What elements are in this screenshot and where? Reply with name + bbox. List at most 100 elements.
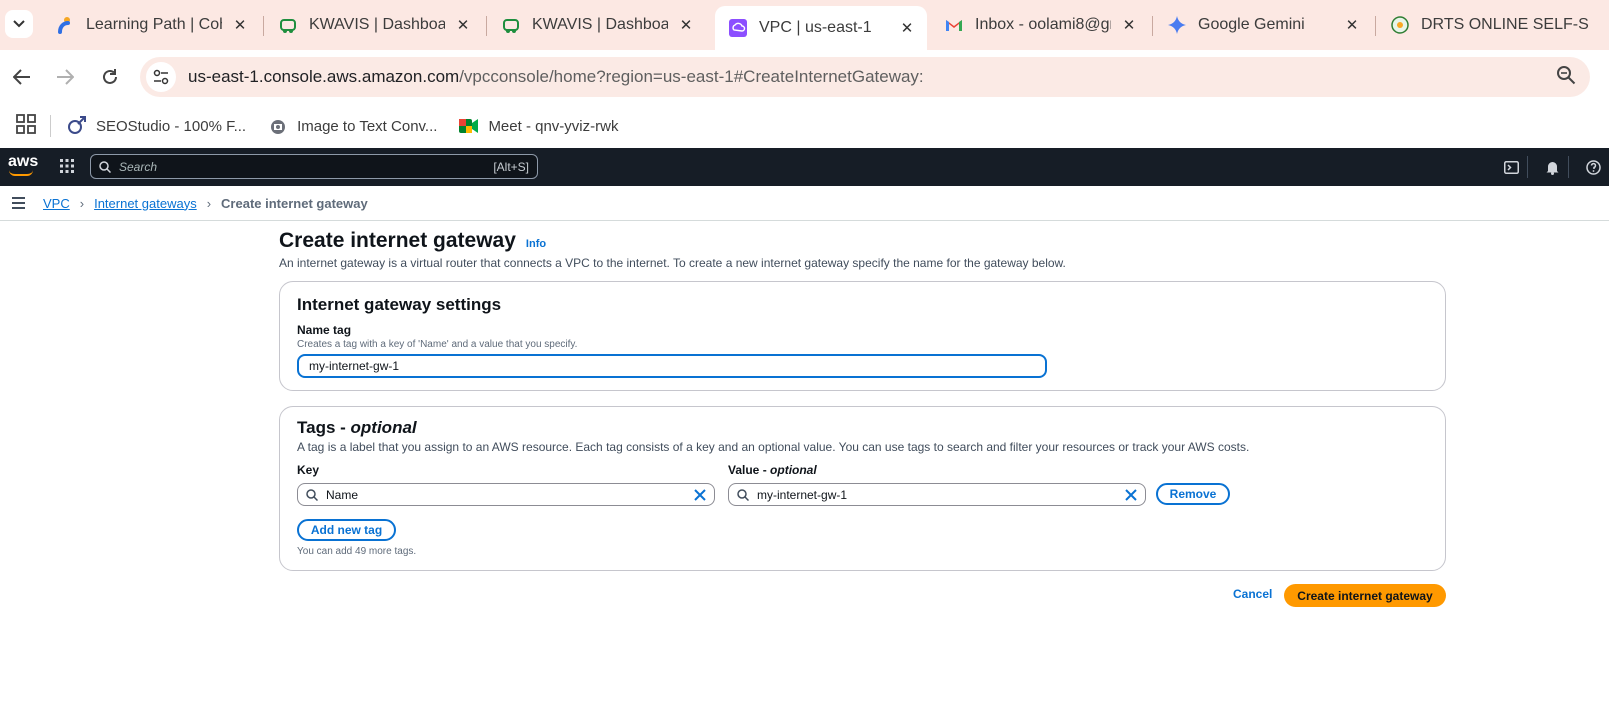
value-label-text: Value -: [728, 463, 771, 477]
aws-smile-icon: [9, 170, 33, 176]
close-icon[interactable]: ✕: [899, 19, 915, 37]
aws-logo[interactable]: aws: [8, 153, 39, 176]
tab-divider: [486, 16, 487, 36]
gemini-icon: [1168, 16, 1186, 34]
help-icon[interactable]: [1585, 159, 1601, 175]
drts-icon: [1391, 16, 1409, 34]
tags-limit-text: You can add 49 more tags.: [297, 546, 417, 557]
bell-icon[interactable]: [1544, 159, 1560, 175]
bookmark-label: Meet - qnv-yviz-rwk: [488, 117, 619, 135]
site-settings-icon[interactable]: [146, 62, 176, 92]
meet-icon: [459, 116, 479, 136]
tab-search-button[interactable]: [5, 10, 33, 38]
value-label-optional: optional: [770, 463, 817, 477]
url-host: us-east-1.console.aws.amazon.com: [188, 67, 460, 86]
clear-icon[interactable]: [694, 488, 706, 501]
url-path: /vpcconsole/home?region=us-east-1#Create…: [459, 67, 924, 86]
tags-heading-text: Tags -: [297, 418, 351, 437]
forward-button[interactable]: [50, 62, 80, 92]
menu-icon[interactable]: [12, 197, 25, 209]
key-label: Key: [297, 463, 320, 477]
services-menu-icon[interactable]: [60, 159, 74, 178]
arrow-left-icon: [13, 69, 30, 85]
tab-title: KWAVIS | Dashboard: [309, 16, 445, 33]
apps-grid-icon[interactable]: [16, 113, 36, 139]
image-to-text-icon: [268, 116, 288, 136]
browser-tab[interactable]: KWAVIS | Dashboard ✕: [265, 6, 483, 44]
close-icon[interactable]: ✕: [1121, 16, 1137, 34]
close-icon[interactable]: ✕: [455, 16, 471, 34]
browser-tab-active[interactable]: VPC | us-east-1 ✕: [715, 6, 927, 50]
breadcrumb-current: Create internet gateway: [221, 195, 368, 211]
add-new-tag-button[interactable]: Add new tag: [297, 519, 396, 541]
tags-panel: Tags - optional A tag is a label that yo…: [279, 406, 1446, 571]
close-icon[interactable]: ✕: [678, 16, 694, 34]
remove-tag-button[interactable]: Remove: [1156, 483, 1230, 505]
browser-tab[interactable]: KWAVIS | Dashboard ✕: [488, 6, 706, 44]
address-url: us-east-1.console.aws.amazon.com/vpccons…: [188, 67, 924, 87]
page-description: An internet gateway is a virtual router …: [279, 256, 1066, 270]
close-icon[interactable]: ✕: [1344, 16, 1360, 34]
breadcrumb-vpc[interactable]: VPC: [43, 196, 70, 211]
reload-button[interactable]: [95, 62, 125, 92]
page-title-text: Create internet gateway: [279, 229, 516, 252]
breadcrumb-internet-gateways[interactable]: Internet gateways: [94, 196, 197, 211]
close-icon[interactable]: ✕: [232, 16, 248, 34]
browser-tab[interactable]: Inbox - oolami8@gm ✕: [931, 6, 1149, 44]
settings-heading: Internet gateway settings: [297, 295, 502, 314]
tab-title: KWAVIS | Dashboard: [532, 16, 668, 33]
tab-title: Inbox - oolami8@gm: [975, 16, 1111, 33]
chevron-right-icon: ›: [206, 195, 212, 211]
browser-tab[interactable]: Learning Path | Coho ✕: [42, 6, 260, 44]
tab-divider: [1375, 16, 1376, 36]
bookmark-item[interactable]: Meet - qnv-yviz-rwk: [459, 116, 618, 136]
search-icon: [737, 488, 749, 501]
back-button[interactable]: [7, 62, 37, 92]
create-internet-gateway-button[interactable]: Create internet gateway: [1284, 584, 1446, 607]
bookmark-label: SEOStudio - 100% F...: [96, 117, 247, 135]
nav-divider: [1527, 156, 1528, 178]
aws-top-nav: aws Search [Alt+S]: [0, 148, 1609, 186]
clear-icon[interactable]: [1125, 488, 1137, 501]
browser-tab[interactable]: Google Gemini ✕: [1154, 6, 1372, 44]
browser-tab[interactable]: DRTS ONLINE SELF-S: [1377, 6, 1609, 44]
tags-description: A tag is a label that you assign to an A…: [297, 440, 1250, 454]
tab-title: Google Gemini: [1198, 16, 1305, 33]
tags-heading: Tags - optional: [297, 418, 417, 438]
arrow-right-icon: [57, 69, 74, 85]
search-icon: [306, 488, 318, 501]
tab-divider: [263, 16, 264, 36]
page-title: Create internet gateway Info: [279, 229, 546, 253]
tab-title: VPC | us-east-1: [759, 19, 872, 36]
chevron-down-icon: [13, 20, 25, 28]
name-tag-description: Creates a tag with a key of 'Name' and a…: [297, 339, 578, 350]
bookmark-item[interactable]: SEOStudio - 100% F...: [67, 116, 246, 136]
zoom-icon[interactable]: [1556, 65, 1576, 90]
tab-title: DRTS ONLINE SELF-S: [1421, 16, 1589, 33]
tag-key-value: Name: [326, 487, 359, 502]
tag-key-input[interactable]: Name: [297, 483, 715, 506]
search-icon: [99, 160, 111, 173]
cancel-button[interactable]: Cancel: [1233, 587, 1272, 601]
kwavis-icon: [502, 16, 520, 34]
name-tag-label: Name tag: [297, 323, 352, 337]
address-bar[interactable]: us-east-1.console.aws.amazon.com/vpccons…: [140, 57, 1590, 97]
breadcrumb: VPC › Internet gateways › Create interne…: [0, 186, 1609, 221]
name-tag-value: my-internet-gw-1: [309, 359, 400, 373]
aws-search-input[interactable]: Search [Alt+S]: [90, 154, 538, 179]
tag-value-value: my-internet-gw-1: [757, 487, 848, 502]
cohort-icon: [56, 16, 74, 34]
search-shortcut: [Alt+S]: [493, 159, 529, 174]
seostudio-icon: [67, 116, 87, 136]
nav-divider: [1568, 156, 1569, 178]
aws-logo-text: aws: [8, 153, 39, 170]
cloudshell-icon[interactable]: [1503, 159, 1519, 175]
chevron-right-icon: ›: [79, 195, 85, 211]
browser-tabstrip: Learning Path | Coho ✕ KWAVIS | Dashboar…: [0, 0, 1609, 50]
reload-icon: [103, 69, 117, 84]
tag-value-input[interactable]: my-internet-gw-1: [728, 483, 1146, 506]
name-tag-input[interactable]: my-internet-gw-1: [297, 354, 1047, 378]
bookmark-item[interactable]: Image to Text Conv...: [268, 116, 437, 136]
info-link[interactable]: Info: [526, 238, 546, 250]
search-placeholder: Search: [119, 159, 158, 174]
